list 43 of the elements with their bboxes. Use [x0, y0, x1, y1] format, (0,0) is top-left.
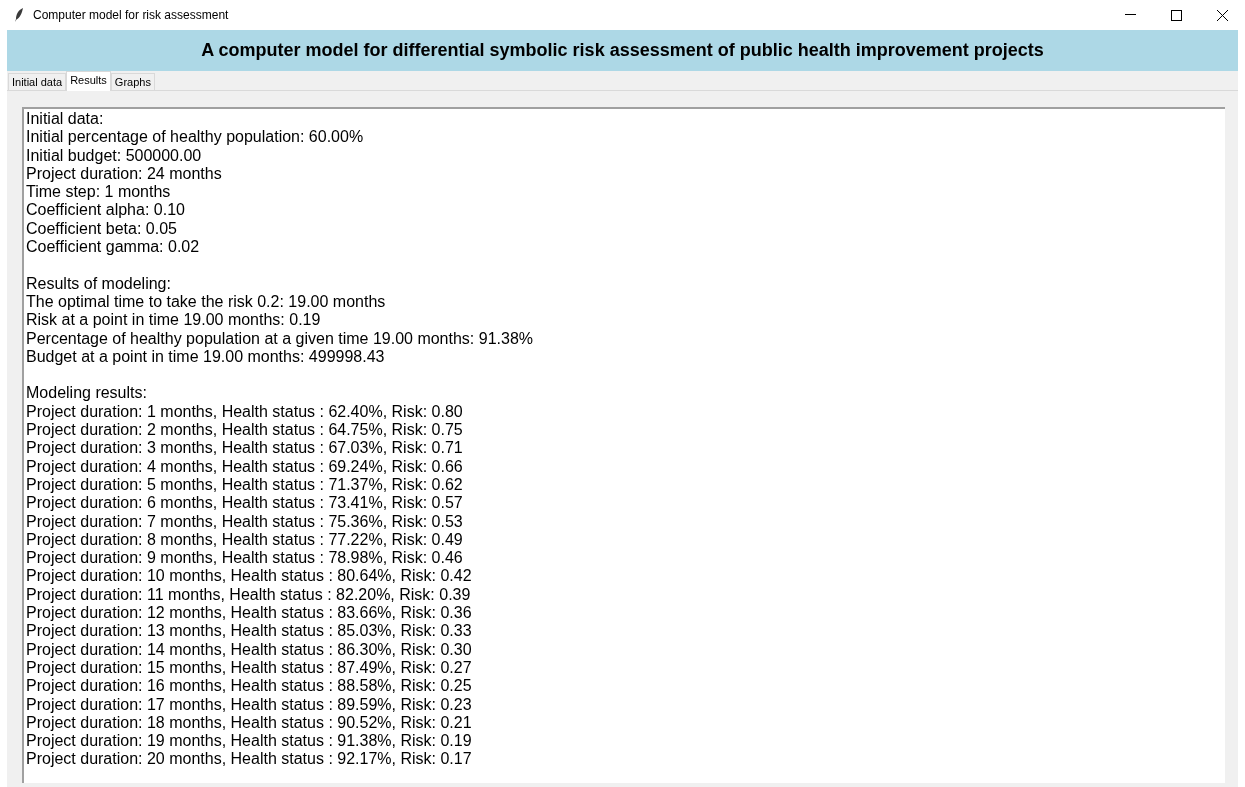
result-line: Project duration: 10 months, Health status : 80.64%, Risk: 0.42 — [26, 567, 473, 586]
result-line: Project duration: 12 months, Health status : 83.66%, Risk: 0.36 — [26, 604, 473, 623]
result-line: Results of modeling: — [26, 274, 172, 293]
result-line: Project duration: 4 months, Health status : 69.24%, Risk: 0.66 — [26, 457, 464, 476]
result-line: Initial budget: 500000.00 — [26, 146, 203, 165]
result-line: Project duration: 9 months, Health status : 78.98%, Risk: 0.46 — [26, 549, 464, 568]
result-line: The optimal time to take the risk 0.2: 19.00 months — [26, 292, 387, 312]
result-line: Project duration: 6 months, Health status : 73.41%, Risk: 0.57 — [26, 494, 464, 513]
maximize-icon — [1170, 9, 1182, 21]
result-line: Initial data: — [26, 110, 105, 129]
result-line: Project duration: 15 months, Health status : 87.49%, Risk: 0.27 — [26, 658, 473, 678]
result-line: Project duration: 2 months, Health status : 64.75%, Risk: 0.75 — [26, 421, 464, 440]
result-line: Budget at a point in time 19.00 months: 499998.43 — [26, 347, 386, 367]
result-line: Coefficient beta: 0.05 — [26, 219, 178, 239]
result-line: Project duration: 3 months, Health status : 67.03%, Risk: 0.71 — [26, 439, 464, 458]
result-line: Project duration: 18 months, Health status : 90.52%, Risk: 0.21 — [26, 713, 473, 733]
result-line: Project duration: 11 months, Health status : 82.20%, Risk: 0.39 — [26, 585, 472, 604]
result-line: Coefficient alpha: 0.10 — [26, 201, 186, 220]
result-line: Project duration: 20 months, Health status : 92.17%, Risk: 0.17 — [26, 750, 473, 769]
result-line: Project duration: 8 months, Health status : 77.22%, Risk: 0.49 — [26, 530, 464, 550]
result-line: Coefficient gamma: 0.02 — [26, 238, 201, 257]
result-line: Risk at a point in time 19.00 months: 0.19 — [26, 311, 322, 330]
result-line: Project duration: 1 months, Health status : 62.40%, Risk: 0.80 — [26, 402, 464, 422]
minimize-icon — [1124, 14, 1136, 16]
close-icon — [1216, 9, 1228, 21]
result-line: Project duration: 13 months, Health status : 85.03%, Risk: 0.33 — [26, 622, 473, 641]
result-line: Modeling results: — [26, 384, 148, 403]
result-line: Initial percentage of healthy population: 60.00% — [26, 128, 365, 147]
result-line: Project duration: 17 months, Health status : 89.59%, Risk: 0.23 — [26, 695, 473, 714]
result-line: Project duration: 24 months — [26, 164, 223, 184]
window-title: Computer model for risk assessment — [33, 7, 229, 24]
tab[interactable]: Graphs — [110, 73, 155, 90]
result-line: Percentage of healthy population at a given time 19.00 months: 91.38% — [26, 329, 534, 348]
result-line: Project duration: 14 months, Health status : 86.30%, Risk: 0.30 — [26, 640, 473, 659]
tab[interactable]: Initial data — [8, 73, 67, 90]
result-line: Time step: 1 months — [26, 183, 172, 202]
result-line: Project duration: 16 months, Health status : 88.58%, Risk: 0.25 — [26, 677, 473, 696]
result-line: Project duration: 7 months, Health status : 75.36%, Risk: 0.53 — [26, 512, 464, 531]
result-line: Project duration: 5 months, Health status : 71.37%, Risk: 0.62 — [26, 475, 464, 495]
result-line: Project duration: 19 months, Health status : 91.38%, Risk: 0.19 — [26, 732, 473, 751]
feather-icon — [14, 8, 24, 22]
header-title: A computer model for differential symbolic risk assessment of public health improvement projects — [201, 39, 1044, 62]
tab[interactable]: Results — [66, 71, 111, 91]
